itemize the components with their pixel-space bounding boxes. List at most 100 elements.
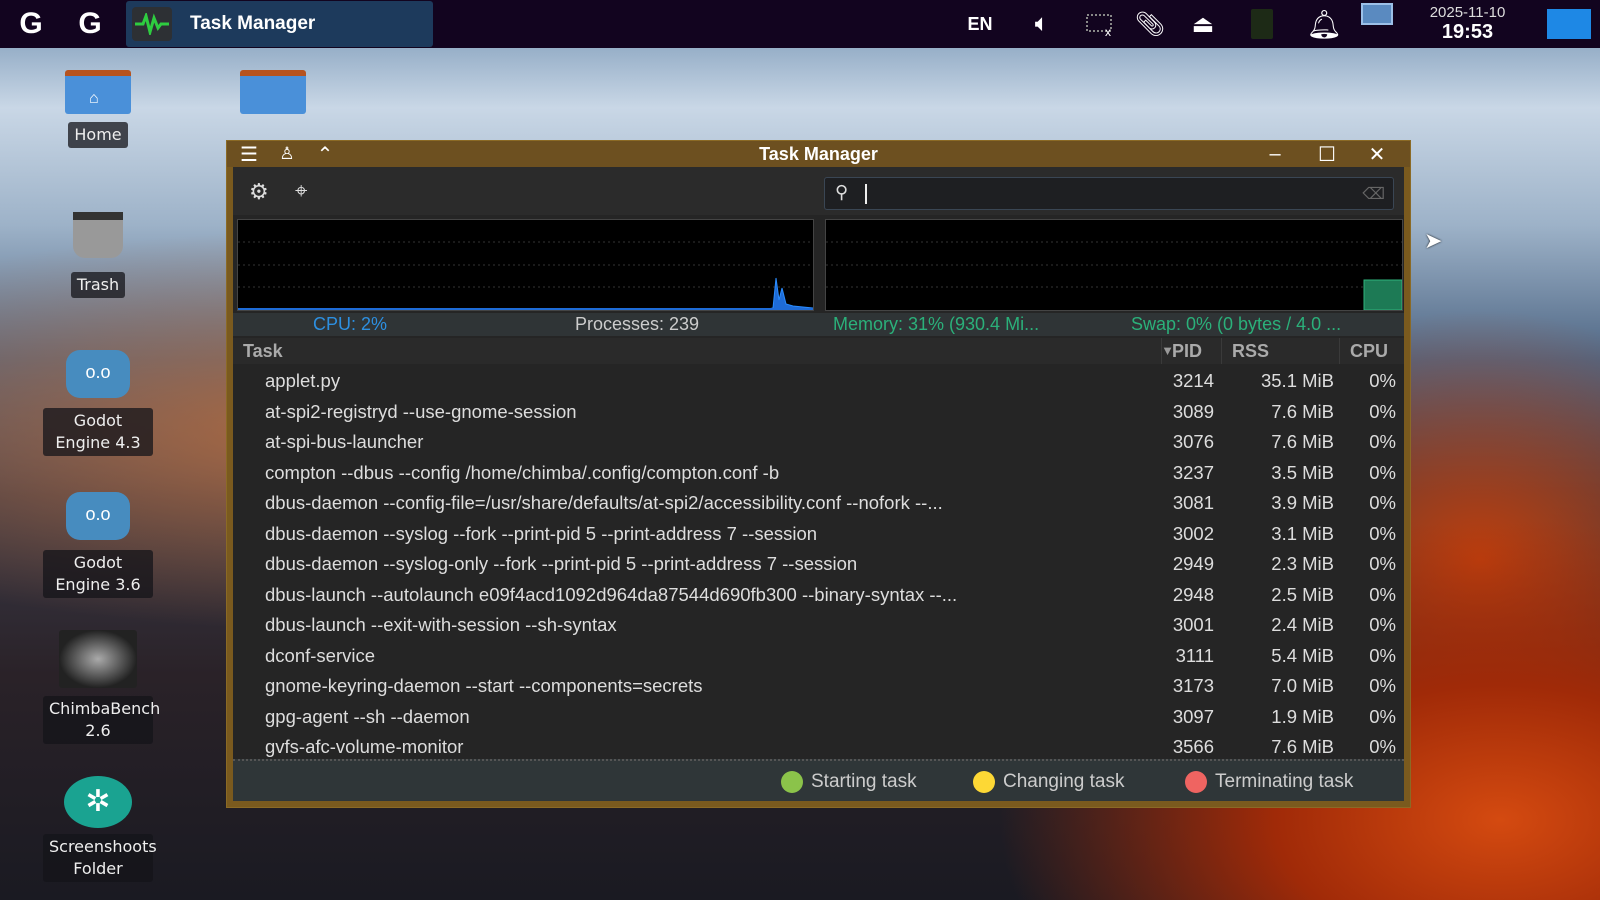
rss-cell: 5.4 MiB bbox=[1271, 644, 1334, 666]
process-count-text: Processes: 239 bbox=[575, 314, 700, 334]
pid-cell: 3081 bbox=[1172, 492, 1214, 513]
desktop-icon-folder[interactable] bbox=[218, 70, 328, 114]
table-row[interactable]: at-spi-bus-launcher 3076 7.6 MiB 0% bbox=[233, 427, 1404, 458]
title-bar[interactable]: Task Manager ☰ ♙ ⌃ – ☐ ✕ bbox=[227, 141, 1410, 167]
camera-shutter-icon: ✲ bbox=[64, 776, 132, 828]
table-header: Task ▼ PID RSS CPU bbox=[233, 338, 1404, 364]
cpu-cell: 0% bbox=[1369, 583, 1396, 605]
godot-icon: o.o bbox=[66, 350, 130, 398]
table-row[interactable]: dbus-launch --autolaunch e09f4acd1092d96… bbox=[233, 580, 1404, 611]
table-row[interactable]: gvfs-afc-volume-monitor 3566 7.6 MiB 0% bbox=[233, 732, 1404, 763]
search-value bbox=[865, 184, 867, 204]
column-header-rss[interactable]: RSS bbox=[1221, 338, 1339, 364]
chimbabench-icon bbox=[59, 630, 137, 688]
taskbar-item-task-manager[interactable]: Task Manager bbox=[126, 1, 433, 47]
legend-starting-task: Starting task bbox=[781, 771, 917, 793]
close-button[interactable]: ✕ bbox=[1359, 141, 1395, 167]
desktop-icon-chimbabench[interactable]: ChimbaBench 2.6 bbox=[43, 630, 160, 744]
column-header-pid[interactable]: PID bbox=[1161, 338, 1221, 364]
table-row[interactable]: gnome-keyring-daemon --start --component… bbox=[233, 671, 1404, 702]
rss-cell: 2.4 MiB bbox=[1271, 614, 1334, 635]
cpu-usage-text: CPU: 2% bbox=[313, 314, 388, 334]
rss-cell: 1.9 MiB bbox=[1271, 705, 1334, 727]
cpu-cell: 0% bbox=[1369, 522, 1396, 544]
cpu-cell: 0% bbox=[1369, 644, 1396, 666]
battery-icon[interactable] bbox=[1242, 0, 1282, 48]
rss-cell: 3.5 MiB bbox=[1271, 461, 1334, 483]
pid-cell: 3089 bbox=[1172, 400, 1214, 422]
table-row[interactable]: gpg-agent --sh --daemon 3097 1.9 MiB 0% bbox=[233, 702, 1404, 733]
clock[interactable]: 2025-11-10 19:53 bbox=[1405, 4, 1530, 44]
notification-bell-icon[interactable]: 🔔︎ bbox=[1302, 0, 1346, 48]
table-row[interactable]: dconf-service 3111 5.4 MiB 0% bbox=[233, 641, 1404, 672]
legend-label: Changing task bbox=[1003, 771, 1125, 792]
godot-icon: o.o bbox=[66, 492, 130, 540]
search-input[interactable]: ⚲ ⌫ bbox=[824, 177, 1394, 210]
task-manager-window: Task Manager ☰ ♙ ⌃ – ☐ ✕ ⚙ ⌖ ⚲ ⌫ CPU: 2%… bbox=[226, 140, 1411, 808]
rss-cell: 35.1 MiB bbox=[1260, 370, 1334, 391]
taskbar: G G Task Manager EN 🔈︎ x 📎︎ ⏏ 🔔︎ 2025-11… bbox=[0, 0, 1600, 48]
desktop-icon-trash[interactable]: Trash bbox=[43, 212, 153, 298]
desktop-icon-godot-3-6[interactable]: o.o Godot Engine 3.6 bbox=[43, 492, 153, 598]
task-name: applet.py bbox=[265, 370, 341, 391]
crosshair-icon[interactable]: ⌖ bbox=[295, 178, 307, 204]
minimize-button[interactable]: – bbox=[1257, 141, 1293, 167]
pid-cell: 3097 bbox=[1172, 705, 1214, 727]
cpu-cell: 0% bbox=[1369, 492, 1396, 513]
column-label: Task bbox=[243, 341, 283, 361]
pid-cell: 3002 bbox=[1172, 522, 1214, 544]
settings-gear-icon[interactable]: ⚙ bbox=[249, 179, 269, 205]
table-row[interactable]: dbus-daemon --syslog-only --fork --print… bbox=[233, 549, 1404, 580]
cpu-cell: 0% bbox=[1369, 736, 1396, 757]
task-name: dconf-service bbox=[265, 644, 376, 666]
app-menu-logo-icon[interactable]: G bbox=[13, 8, 49, 40]
pid-cell: 3566 bbox=[1172, 736, 1214, 757]
shade-up-icon[interactable]: ⌃ bbox=[307, 141, 343, 167]
swap-usage-text: Swap: 0% (0 bytes / 4.0 ... bbox=[1131, 314, 1342, 334]
paperclip-icon[interactable]: 📎︎ bbox=[1130, 0, 1170, 48]
legend-bar: Starting task Changing task Terminating … bbox=[233, 759, 1404, 801]
cpu-cell: 0% bbox=[1369, 614, 1396, 635]
cpu-cell: 0% bbox=[1369, 705, 1396, 727]
pid-cell: 3173 bbox=[1172, 675, 1214, 696]
activity-monitor-icon bbox=[132, 7, 172, 41]
window-menu-icon[interactable]: ☰ bbox=[231, 141, 267, 167]
desktop-icon-home[interactable]: ⌂ Home bbox=[43, 70, 153, 148]
network-disconnected-icon[interactable]: x bbox=[1080, 0, 1120, 48]
memory-usage-area bbox=[1363, 279, 1403, 311]
cpu-cell: 0% bbox=[1369, 461, 1396, 483]
maximize-button[interactable]: ☐ bbox=[1309, 141, 1345, 167]
eject-icon[interactable]: ⏏ bbox=[1183, 0, 1223, 48]
table-row[interactable]: compton --dbus --config /home/chimba/.co… bbox=[233, 458, 1404, 489]
legend-label: Starting task bbox=[811, 771, 917, 792]
mouse-cursor-icon: ➤ bbox=[1424, 228, 1443, 253]
cpu-graph-plot bbox=[238, 241, 814, 311]
volume-icon[interactable]: 🔈︎ bbox=[1022, 0, 1062, 48]
column-header-cpu[interactable]: CPU bbox=[1339, 338, 1401, 364]
desktop-icon-godot-4-3[interactable]: o.o Godot Engine 4.3 bbox=[43, 350, 153, 456]
table-row[interactable]: dbus-launch --exit-with-session --sh-syn… bbox=[233, 610, 1404, 641]
svg-text:x: x bbox=[1105, 25, 1111, 36]
clear-search-icon[interactable]: ⌫ bbox=[1362, 184, 1385, 204]
pid-cell: 3111 bbox=[1175, 644, 1214, 666]
yellow-dot-icon bbox=[973, 771, 995, 793]
cpu-cell: 0% bbox=[1369, 675, 1396, 696]
desktop-icon-label: Trash bbox=[70, 272, 126, 298]
status-bar: CPU: 2% Processes: 239 Memory: 31% (930.… bbox=[233, 313, 1404, 336]
cpu-cell: 0% bbox=[1369, 370, 1396, 391]
sticky-icon[interactable]: ♙ bbox=[269, 141, 305, 167]
show-desktop-icon[interactable] bbox=[1545, 0, 1593, 48]
rss-cell: 3.9 MiB bbox=[1271, 492, 1334, 513]
table-row[interactable]: applet.py 3214 35.1 MiB 0% bbox=[233, 366, 1404, 397]
legend-changing-task: Changing task bbox=[973, 771, 1124, 793]
table-row[interactable]: dbus-daemon --syslog --fork --print-pid … bbox=[233, 519, 1404, 550]
keyboard-layout-indicator[interactable]: EN bbox=[960, 0, 1000, 48]
red-dot-icon bbox=[1185, 771, 1207, 793]
table-row[interactable]: dbus-daemon --config-file=/usr/share/def… bbox=[233, 488, 1404, 519]
desktop-icon-screenshoots-folder[interactable]: ✲ Screenshoots Folder bbox=[43, 776, 157, 882]
workspace-indicator-icon[interactable] bbox=[1357, 0, 1397, 48]
table-row[interactable]: at-spi2-registryd --use-gnome-session 30… bbox=[233, 397, 1404, 428]
rss-cell: 7.6 MiB bbox=[1271, 736, 1334, 757]
trash-icon bbox=[73, 212, 123, 258]
launcher-logo-icon[interactable]: G bbox=[72, 8, 108, 40]
